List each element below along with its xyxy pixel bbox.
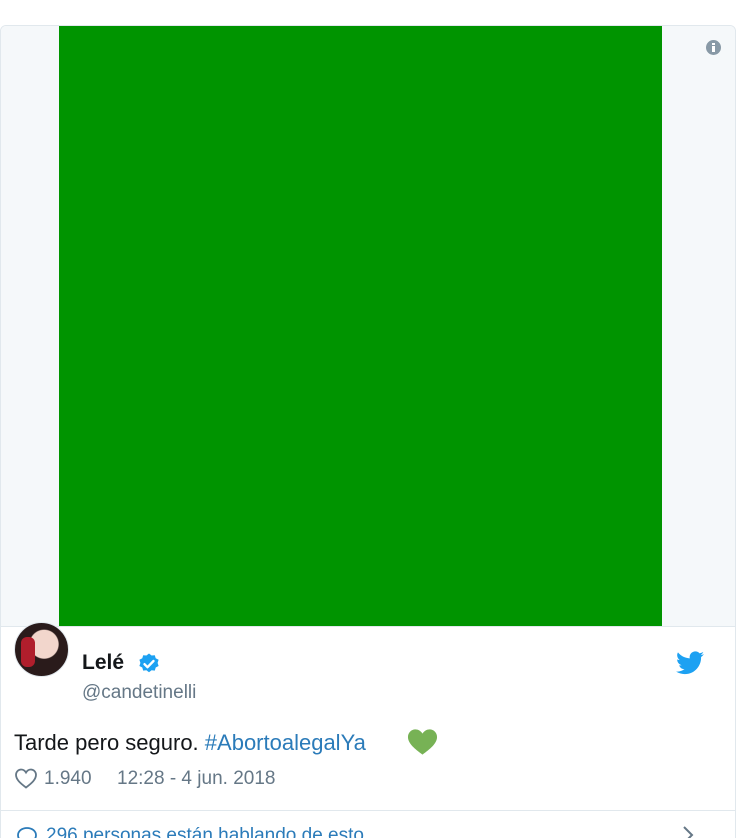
- conversation-link[interactable]: 296 personas están hablando de esto: [0, 810, 736, 838]
- author-handle[interactable]: @candetinelli: [82, 682, 196, 704]
- tweet-media[interactable]: [1, 26, 735, 627]
- twitter-bird-icon[interactable]: [676, 651, 704, 675]
- tweet-text-body: Tarde pero seguro.: [14, 730, 199, 755]
- author-display-name[interactable]: Lelé: [82, 651, 124, 675]
- info-icon[interactable]: [706, 40, 721, 55]
- media-image-green[interactable]: [59, 26, 662, 626]
- tweet-text: Tarde pero seguro. #AbortoalegalYa: [14, 730, 366, 756]
- tweet-embed-card: [0, 25, 736, 838]
- avatar[interactable]: [14, 622, 69, 677]
- speech-bubble-icon: [17, 827, 37, 838]
- tweet-timestamp[interactable]: 12:28 - 4 jun. 2018: [117, 768, 275, 790]
- conversation-label[interactable]: 296 personas están hablando de esto: [46, 825, 364, 838]
- hashtag-link[interactable]: #AbortoalegalYa: [205, 730, 366, 755]
- like-count[interactable]: 1.940: [44, 768, 92, 790]
- green-heart-emoji: [407, 729, 438, 755]
- chevron-right-icon[interactable]: [680, 825, 696, 838]
- verified-badge-icon: [139, 653, 159, 673]
- heart-outline-icon[interactable]: [14, 767, 38, 789]
